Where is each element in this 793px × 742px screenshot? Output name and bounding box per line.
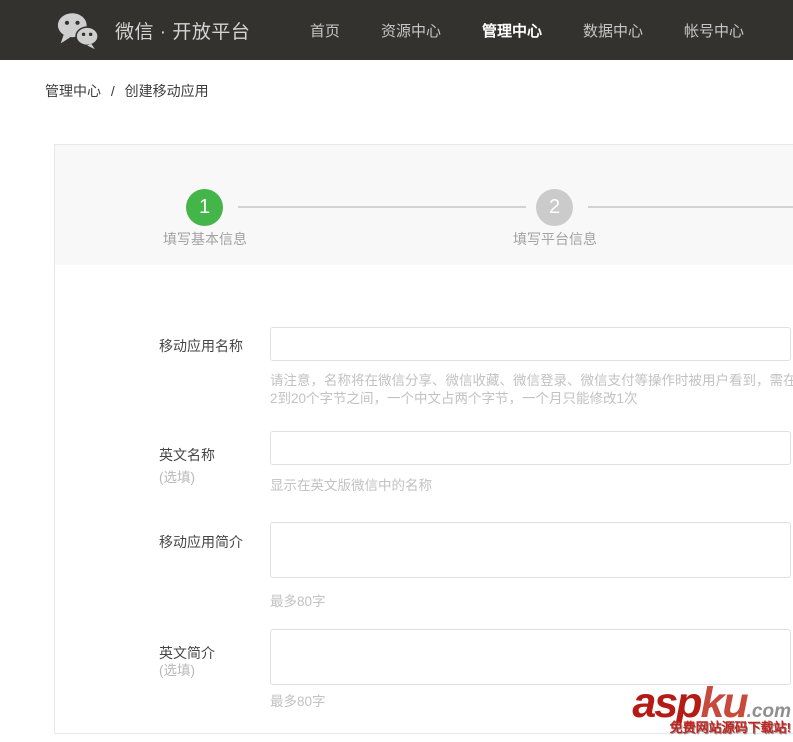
breadcrumb: 管理中心 / 创建移动应用	[45, 81, 209, 101]
top-nav-bar: 微信 · 开放平台 首页 资源中心 管理中心 数据中心 帐号中心	[0, 0, 793, 60]
breadcrumb-separator: /	[110, 83, 115, 99]
step-connector-2	[588, 206, 793, 208]
english-intro-hint: 最多80字	[270, 694, 326, 709]
step-connector-1	[238, 206, 526, 208]
english-name-label: 英文名称	[159, 447, 215, 463]
create-mobile-app-card: 1 2 填写基本信息 填写平台信息 移动应用名称 请注意，名称将在微信分享、微信…	[54, 144, 793, 734]
brand-title: 微信 · 开放平台	[115, 21, 251, 43]
step-2-circle: 2	[536, 189, 573, 226]
app-name-hint: 请注意，名称将在微信分享、微信收藏、微信登录、微信支付等操作时被用户看到，需在2…	[270, 373, 793, 406]
breadcrumb-current: 创建移动应用	[124, 83, 209, 99]
english-intro-optional-tag: (选填)	[159, 663, 195, 678]
english-name-hint: 显示在英文版微信中的名称	[270, 478, 432, 493]
nav-data-center[interactable]: 数据中心	[583, 20, 643, 41]
app-name-label: 移动应用名称	[159, 338, 243, 354]
nav-home[interactable]: 首页	[310, 20, 340, 41]
step-2-label: 填写平台信息	[513, 231, 597, 247]
english-intro-textarea[interactable]	[270, 629, 791, 685]
app-intro-label: 移动应用简介	[159, 534, 243, 550]
app-intro-textarea[interactable]	[270, 522, 791, 578]
step-1-label: 填写基本信息	[163, 231, 247, 247]
nav-account-center[interactable]: 帐号中心	[684, 20, 744, 41]
nav-management-center[interactable]: 管理中心	[482, 20, 542, 41]
stepper: 1 2 填写基本信息 填写平台信息	[55, 145, 793, 265]
step-1-circle: 1	[186, 189, 223, 226]
app-intro-hint: 最多80字	[270, 594, 326, 609]
app-name-input[interactable]	[270, 327, 791, 361]
wechat-logo-icon	[55, 10, 101, 50]
main-nav: 首页 资源中心 管理中心 数据中心 帐号中心	[310, 20, 793, 41]
breadcrumb-parent[interactable]: 管理中心	[45, 83, 101, 99]
english-name-input[interactable]	[270, 431, 791, 465]
nav-resource-center[interactable]: 资源中心	[381, 20, 441, 41]
english-name-optional-tag: (选填)	[159, 470, 195, 485]
